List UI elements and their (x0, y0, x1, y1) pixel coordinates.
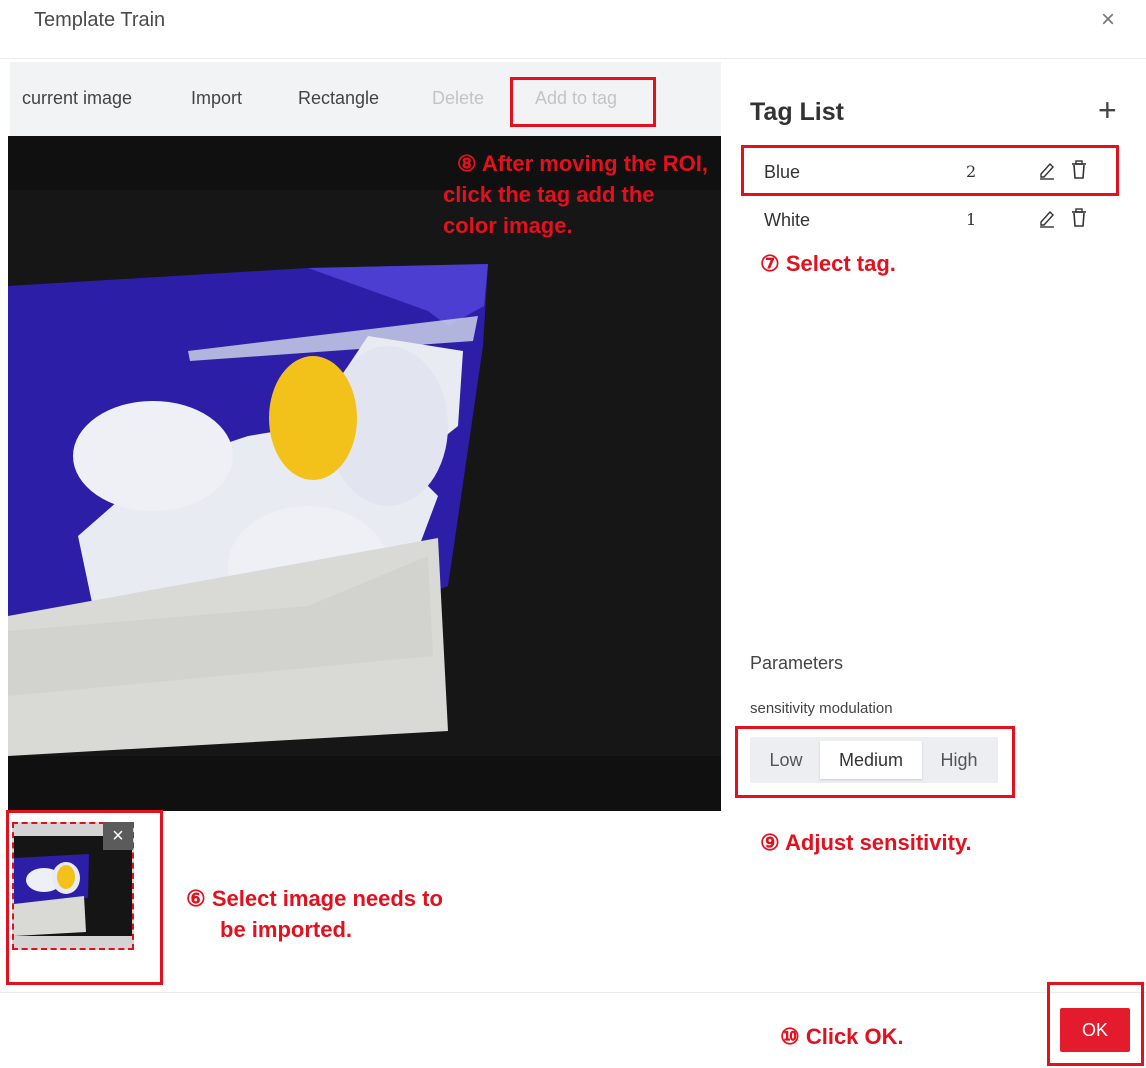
parameters-title: Parameters (750, 653, 844, 673)
annotation-step6-line2: be imported. (220, 917, 353, 942)
trash-icon[interactable] (1070, 208, 1088, 233)
title-divider (0, 58, 1146, 59)
current-image-button[interactable]: current image (22, 88, 132, 109)
delete-button[interactable]: Delete (432, 88, 484, 109)
annotation-step8-line2: click the tag add the (443, 182, 655, 207)
annotation-step10: ⑩ Click OK. (780, 1024, 904, 1049)
close-icon[interactable]: × (1101, 6, 1115, 34)
annotation-step6: ⑥ Select image needs to be imported. (186, 883, 443, 945)
tag-row-white[interactable]: White 1 (748, 200, 1118, 240)
highlight-sensitivity (735, 726, 1015, 798)
rectangle-button[interactable]: Rectangle (298, 88, 379, 109)
add-tag-icon[interactable]: + (1098, 94, 1117, 126)
tag-list-title: Tag List (750, 98, 844, 126)
highlight-thumbnail (6, 810, 163, 985)
tag-count: 1 (966, 210, 977, 229)
tag-name: White (764, 210, 811, 230)
annotation-step8-cont: click the tag add the color image. (443, 179, 655, 241)
annotation-step8-line3: color image. (443, 213, 573, 238)
highlight-ok (1047, 982, 1144, 1066)
import-button[interactable]: Import (191, 88, 242, 109)
dialog-title: Template Train (34, 9, 166, 31)
annotation-step7: ⑦ Select tag. (760, 251, 896, 276)
pencil-icon[interactable] (1038, 208, 1056, 233)
sensitivity-label: sensitivity modulation (750, 700, 893, 717)
annotation-step6-line1: ⑥ Select image needs to (186, 886, 443, 911)
highlight-add-to-tag (510, 77, 656, 127)
highlight-tag-blue (741, 145, 1119, 196)
annotation-step8: ⑧ After moving the ROI, (406, 148, 708, 179)
footer-divider (0, 992, 1146, 993)
annotation-step8-line1: ⑧ After moving the ROI, (456, 151, 708, 176)
annotation-step9: ⑨ Adjust sensitivity. (760, 830, 972, 855)
